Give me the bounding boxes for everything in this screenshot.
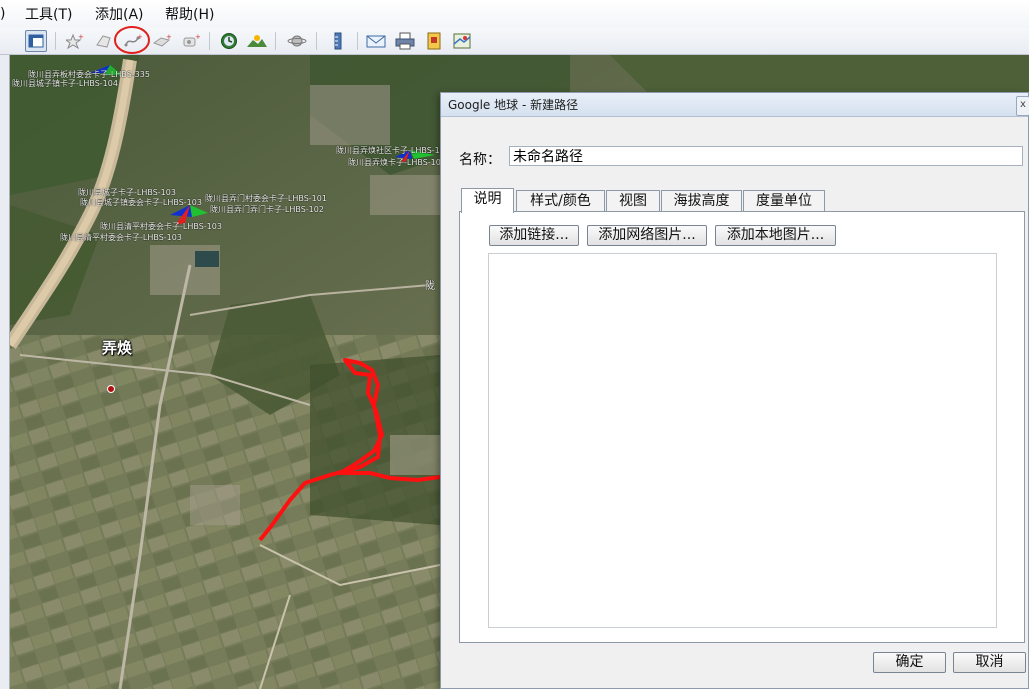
toolbar-separator (357, 32, 358, 50)
tab-style-color[interactable]: 样式/颜色 (516, 190, 605, 212)
menu-item-tools[interactable]: 工具(T) (25, 4, 72, 24)
menu-item-add[interactable]: 添加(A) (95, 4, 144, 24)
tab-description[interactable]: 说明 (461, 188, 514, 213)
planet-switch-icon (287, 35, 307, 47)
sidebar-panel-edge[interactable] (0, 55, 10, 689)
ruler-icon (334, 32, 342, 50)
map-placemark-label[interactable]: 陇川县城子镇卡子-LHBS-104 (12, 78, 118, 89)
place-name-label[interactable]: 弄焕 (102, 337, 132, 358)
switch-planet-button[interactable] (286, 30, 308, 52)
name-field-label: 名称： (459, 152, 501, 168)
map-placemark-label[interactable]: 陇 (425, 277, 435, 292)
tab-measurements[interactable]: 度量单位 (743, 190, 825, 212)
tour-record-icon: + (183, 33, 200, 47)
svg-text:+: + (195, 33, 200, 41)
place-marker-icon[interactable] (107, 385, 115, 393)
cancel-button[interactable]: 取消 (953, 652, 1026, 673)
map-placemark-label[interactable]: 陇川县清平村委会卡子-LHBS-103 (60, 232, 182, 243)
historical-imagery-icon (221, 33, 237, 49)
description-tab-panel: 添加链接... 添加网络图片... 添加本地图片... (459, 211, 1025, 643)
email-button[interactable] (365, 30, 387, 52)
placemark-add-icon: + (66, 33, 84, 49)
toolbar-separator (275, 32, 276, 50)
sidebar-toggle-icon (28, 34, 44, 48)
add-placemark-button[interactable]: + (64, 30, 86, 52)
tab-view[interactable]: 视图 (606, 190, 660, 212)
svg-text:+: + (78, 33, 84, 41)
save-image-icon (427, 32, 441, 50)
new-path-dialog: Google 地球 - 新建路径 x 名称： 说明 样式/颜色 视图 海拔高度 … (440, 92, 1029, 689)
menu-bar: ) 工具(T) 添加(A) 帮助(H) (0, 0, 1029, 28)
dialog-close-button[interactable]: x (1016, 96, 1029, 116)
highlight-circle-icon (114, 26, 150, 54)
add-link-button[interactable]: 添加链接... (489, 225, 579, 246)
map-placemark-label[interactable]: 陇川县清平村委会卡子-LHBS-103 (100, 221, 222, 232)
historical-imagery-button[interactable] (218, 30, 240, 52)
map-placemark-label[interactable]: 陇川县弄门村委会卡子-LHBS-101 (205, 193, 327, 204)
menu-item-partial[interactable]: ) (0, 6, 5, 22)
sunlight-button[interactable] (246, 30, 268, 52)
sidebar-toggle-button[interactable] (25, 30, 47, 52)
record-tour-button[interactable]: + (180, 30, 202, 52)
toolbar: + + + + (0, 26, 1029, 55)
print-icon (395, 32, 415, 50)
save-image-button[interactable] (423, 30, 445, 52)
toolbar-separator (316, 32, 317, 50)
print-button[interactable] (394, 30, 416, 52)
toolbar-separator (55, 32, 56, 50)
sunlight-icon (247, 35, 267, 47)
image-overlay-add-icon: + (153, 33, 171, 47)
add-local-image-button[interactable]: 添加本地图片... (715, 225, 836, 246)
map-placemark-label[interactable]: 陇川县弄焕社区卡子-LHBS-100 (336, 145, 450, 156)
map-placemark-label[interactable]: 陇川县城子镇委会卡子-LHBS-103 (80, 197, 202, 208)
polygon-add-icon (96, 35, 111, 48)
ok-button[interactable]: 确定 (873, 652, 946, 673)
description-textarea[interactable] (488, 253, 997, 628)
svg-text:+: + (166, 33, 171, 41)
tab-altitude[interactable]: 海拔高度 (661, 190, 742, 212)
dialog-title[interactable]: Google 地球 - 新建路径 (441, 93, 1028, 117)
view-in-maps-icon (453, 33, 471, 49)
view-in-maps-button[interactable] (451, 30, 473, 52)
email-icon (366, 35, 386, 48)
path-name-input[interactable] (509, 146, 1023, 166)
toolbar-separator (209, 32, 210, 50)
menu-item-help[interactable]: 帮助(H) (165, 4, 214, 24)
map-placemark-label[interactable]: 陇川县弄门弄门卡子-LHBS-102 (210, 204, 324, 215)
ruler-button[interactable] (327, 30, 349, 52)
map-placemark-label[interactable]: 陇川县弄焕卡子-LHBS-103 (348, 157, 446, 168)
add-image-overlay-button[interactable]: + (151, 30, 173, 52)
add-web-image-button[interactable]: 添加网络图片... (587, 225, 707, 246)
